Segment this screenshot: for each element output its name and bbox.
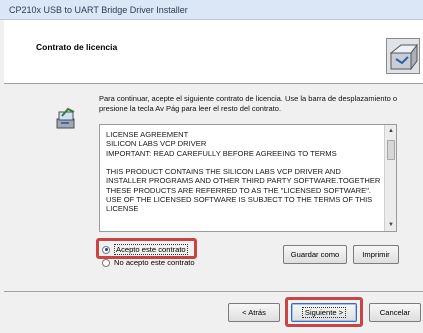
setup-icon bbox=[54, 106, 80, 132]
print-label: Imprimir bbox=[362, 250, 390, 259]
license-text: LICENSE AGREEMENT SILICON LABS VCP DRIVE… bbox=[106, 130, 381, 214]
title-bar[interactable]: CP210x USB to UART Bridge Driver Install… bbox=[0, 0, 423, 20]
next-button[interactable]: Siguiente > bbox=[291, 303, 357, 322]
installer-box-icon bbox=[386, 38, 420, 74]
scroll-down-arrow-icon[interactable]: ▼ bbox=[387, 221, 395, 229]
license-textbox[interactable]: LICENSE AGREEMENT SILICON LABS VCP DRIVE… bbox=[99, 124, 397, 232]
accept-radio-option[interactable]: Acepto este contrato bbox=[102, 244, 188, 255]
save-as-button[interactable]: Guardar como bbox=[283, 245, 347, 264]
accept-label[interactable]: Acepto este contrato bbox=[114, 244, 188, 255]
installer-window: CP210x USB to UART Bridge Driver Install… bbox=[0, 0, 423, 333]
back-label: < Atrás bbox=[242, 308, 266, 317]
print-button[interactable]: Imprimir bbox=[353, 245, 399, 264]
intro-text: Para continuar, acepte el siguiente cont… bbox=[99, 94, 398, 113]
license-scrollbar[interactable]: ▲ ▼ bbox=[384, 125, 396, 231]
save-as-label: Guardar como bbox=[290, 250, 340, 259]
cancel-button[interactable]: Cancelar bbox=[369, 303, 421, 322]
accept-radio[interactable] bbox=[102, 245, 110, 254]
footer-divider bbox=[4, 291, 423, 292]
scroll-up-arrow-icon[interactable]: ▲ bbox=[387, 127, 395, 135]
reject-radio[interactable] bbox=[102, 258, 110, 267]
window-title: CP210x USB to UART Bridge Driver Install… bbox=[9, 5, 188, 15]
cancel-label: Cancelar bbox=[379, 308, 411, 317]
back-button[interactable]: < Atrás bbox=[228, 303, 280, 322]
reject-label[interactable]: No acepto este contrato bbox=[114, 258, 195, 267]
page-title: Contrato de licencia bbox=[36, 42, 118, 52]
next-label: Siguiente > bbox=[301, 307, 347, 318]
reject-radio-option[interactable]: No acepto este contrato bbox=[102, 258, 195, 267]
header-panel: Contrato de licencia bbox=[4, 20, 423, 84]
scroll-thumb[interactable] bbox=[387, 140, 395, 160]
